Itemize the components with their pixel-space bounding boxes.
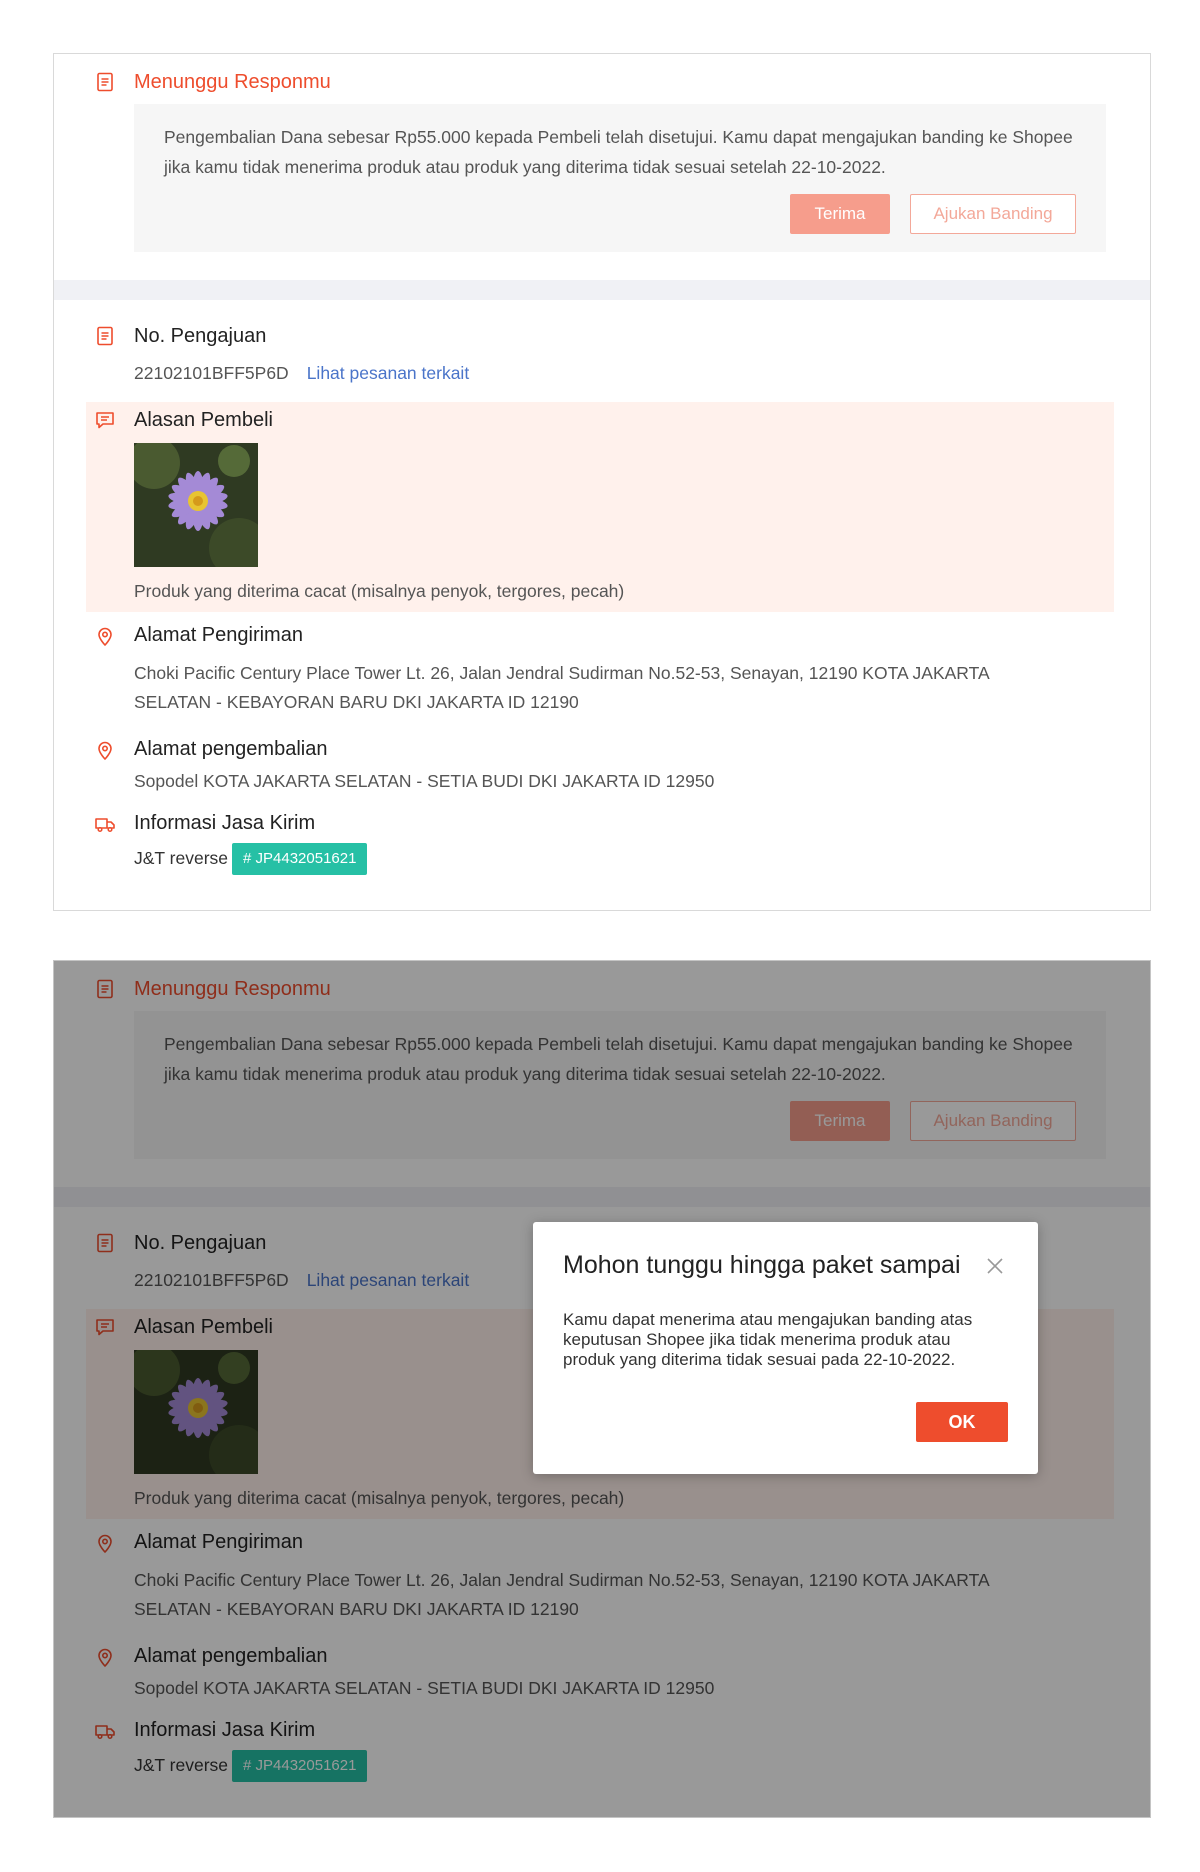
ok-button[interactable]: OK [916,1402,1008,1442]
shipping-address-title: Alamat Pengiriman [134,624,303,646]
carrier-name: J&T reverse [134,848,229,868]
truck-icon [94,813,116,835]
return-address-text: Sopodel KOTA JAKARTA SELATAN - SETIA BUD… [134,771,715,791]
buyer-reason-text: Produk yang diterima cacat (misalnya pen… [134,581,625,601]
dialog-title: Mohon tunggu hingga paket sampai [563,1251,961,1279]
dialog-message: Kamu dapat menerima atau mengajukan band… [563,1310,973,1369]
chat-icon [94,409,116,431]
request-number: 22102101BFF5P6D [134,363,289,383]
view-related-order-link[interactable]: Lihat pesanan terkait [307,363,469,383]
appeal-button[interactable]: Ajukan Banding [910,194,1076,234]
courier-info-row: J&T reverse # JP4432051621 [134,842,368,876]
courier-info-title: Informasi Jasa Kirim [134,812,316,834]
wait-for-package-dialog: Mohon tunggu hingga paket sampai Kamu da… [533,1222,1038,1474]
section-divider [54,280,1150,300]
accept-button[interactable]: Terima [790,194,890,234]
buyer-reason-title: Alasan Pembeli [134,409,273,431]
location-pin-icon [94,625,116,647]
request-number-row: 22102101BFF5P6D Lihat pesanan terkait [134,359,469,388]
status-title: Menunggu Responmu [134,71,331,93]
request-number-title: No. Pengajuan [134,325,267,347]
evidence-photo[interactable] [134,443,258,567]
return-address-title: Alamat pengembalian [134,738,328,760]
shipping-address-line2: SELATAN - KEBAYORAN BARU DKI JAKARTA ID … [134,692,579,712]
return-request-panel: Menunggu Responmu Pengembalian Dana sebe… [53,53,1151,911]
document-icon [94,325,116,347]
tracking-number-badge[interactable]: # JP4432051621 [232,843,368,876]
document-icon [94,71,116,93]
close-icon[interactable] [983,1254,1007,1278]
location-pin-icon [94,739,116,761]
status-message: Pengembalian Dana sebesar Rp55.000 kepad… [164,127,1073,177]
shipping-address-line1: Choki Pacific Century Place Tower Lt. 26… [134,663,990,683]
